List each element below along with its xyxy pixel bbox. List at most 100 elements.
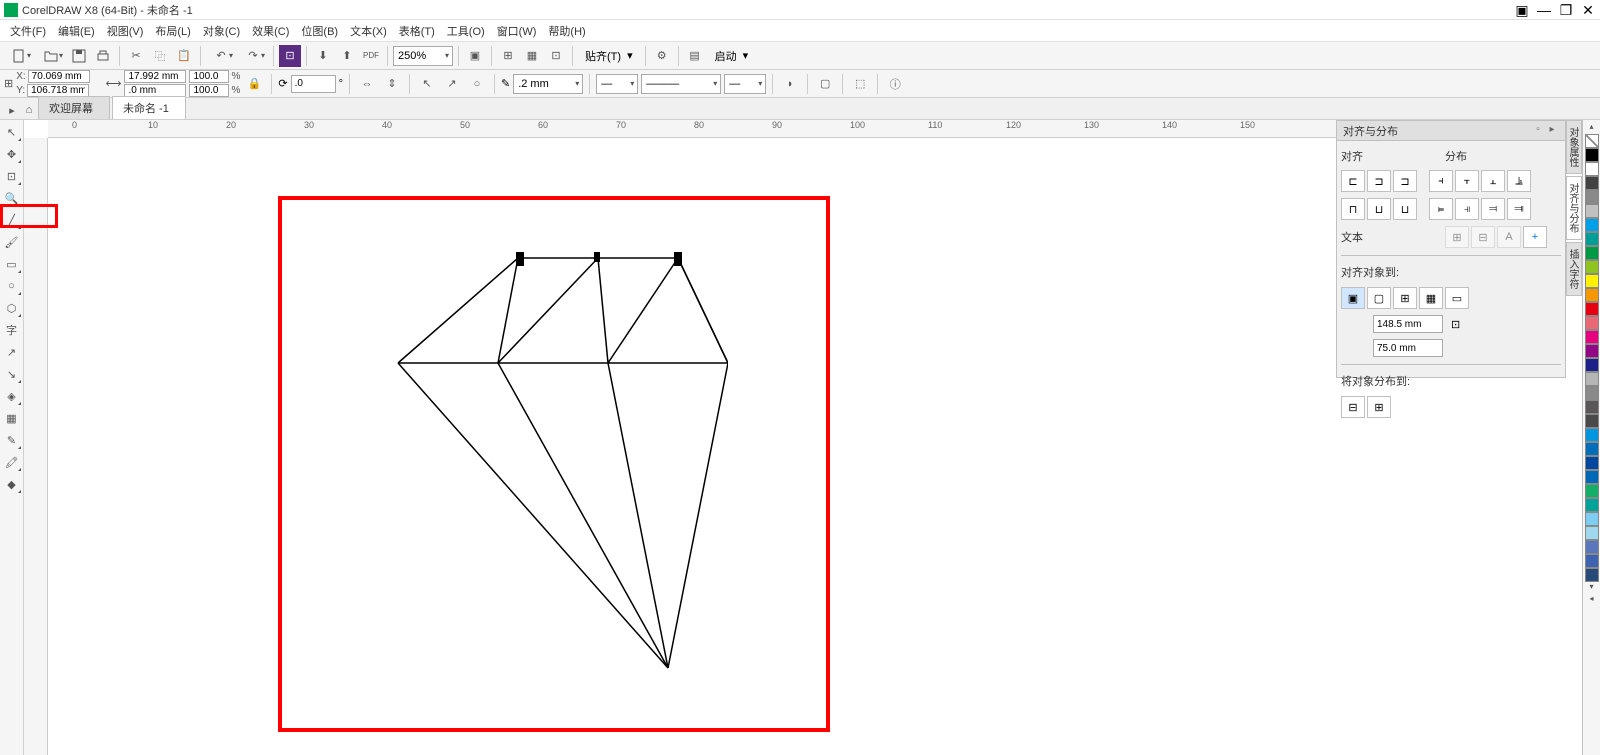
artistic-media-tool[interactable]: 🖌 (2, 232, 22, 252)
rulers-button[interactable]: ⊞ (497, 45, 519, 67)
docker-tab-insert-char[interactable]: 插入字符 (1566, 242, 1582, 296)
dist-to-page-button[interactable]: ⊞ (1367, 396, 1391, 418)
outline-width-select[interactable]: .2 mm (513, 74, 583, 94)
smart-fill-tool[interactable]: ◆ (2, 474, 22, 494)
dist-bottom-button[interactable]: ⫥ (1507, 198, 1531, 220)
dist-center-h-button[interactable]: ⫟ (1455, 170, 1479, 192)
dist-spacing-v-button[interactable]: ⫤ (1481, 198, 1505, 220)
dist-to-selection-button[interactable]: ⊟ (1341, 396, 1365, 418)
redo-button[interactable]: ↷ (238, 45, 268, 67)
color-swatch[interactable] (1585, 498, 1599, 512)
save-button[interactable] (68, 45, 90, 67)
shape-tool[interactable]: ✥ (2, 144, 22, 164)
color-swatch[interactable] (1585, 554, 1599, 568)
align-to-grid-button[interactable]: ▦ (1419, 287, 1443, 309)
rectangle-tool[interactable]: ▭ (2, 254, 22, 274)
align-center-h-button[interactable]: ⊐ (1367, 170, 1391, 192)
palette-down-button[interactable]: ▾ (1585, 582, 1599, 594)
bounding-button[interactable]: ⬚ (849, 73, 871, 95)
color-swatch[interactable] (1585, 400, 1599, 414)
home-icon[interactable]: ⌂ (20, 101, 38, 119)
color-swatch[interactable] (1585, 386, 1599, 400)
color-swatch[interactable] (1585, 316, 1599, 330)
line-style-select[interactable]: ——— (641, 74, 721, 94)
selection-handle-right[interactable] (674, 252, 682, 266)
export-button[interactable]: ⬆ (336, 45, 358, 67)
menu-help[interactable]: 帮助(H) (542, 21, 591, 41)
freehand-tool[interactable]: ╱ (2, 210, 22, 230)
crop-tool[interactable]: ⊡ (2, 166, 22, 186)
docker-tab-align[interactable]: 对齐与分布 (1566, 176, 1582, 240)
color-swatch[interactable] (1585, 260, 1599, 274)
fullscreen-button[interactable]: ▣ (464, 45, 486, 67)
pdf-button[interactable]: PDF (360, 45, 382, 67)
grid-button[interactable]: ▦ (521, 45, 543, 67)
menu-file[interactable]: 文件(F) (4, 21, 52, 41)
tab-welcome[interactable]: 欢迎屏幕 (38, 96, 110, 119)
panel-menu-icon[interactable]: ▸ (1545, 124, 1559, 138)
pick-tool[interactable]: ↖ (2, 122, 22, 142)
vertical-ruler[interactable] (24, 138, 48, 755)
color-swatch[interactable] (1585, 568, 1599, 582)
color-swatch[interactable] (1585, 246, 1599, 260)
color-swatch[interactable] (1585, 484, 1599, 498)
print-button[interactable] (92, 45, 114, 67)
menu-tools[interactable]: 工具(O) (441, 21, 491, 41)
import-button[interactable]: ⬇ (312, 45, 334, 67)
fill-tool[interactable]: 🖍 (2, 452, 22, 472)
paste-button[interactable]: 📋 (173, 45, 195, 67)
new-button[interactable] (4, 45, 34, 67)
connector-tool[interactable]: ↘ (2, 364, 22, 384)
align-right-button[interactable]: ⊐ (1393, 170, 1417, 192)
rotation-input[interactable] (291, 75, 336, 93)
align-left-button[interactable]: ⊏ (1341, 170, 1365, 192)
text-align-4-button[interactable]: + (1523, 226, 1547, 248)
close-button[interactable]: ✕ (1580, 3, 1596, 17)
dist-center-v-button[interactable]: ⫣ (1455, 198, 1479, 220)
dist-left-button[interactable]: ⫞ (1429, 170, 1453, 192)
color-swatch[interactable] (1585, 330, 1599, 344)
menu-table[interactable]: 表格(T) (393, 21, 441, 41)
end-arrow-select[interactable]: — (724, 74, 766, 94)
coord-lock-icon[interactable]: ⊡ (1451, 318, 1460, 331)
panel-titlebar[interactable]: 对齐与分布 ▫ ▸ (1337, 121, 1565, 141)
minimize-button[interactable]: — (1536, 3, 1552, 17)
color-swatch[interactable] (1585, 288, 1599, 302)
align-bottom-button[interactable]: ⊔ (1393, 198, 1417, 220)
menu-edit[interactable]: 编辑(E) (52, 21, 101, 41)
ellipse-tool[interactable]: ○ (2, 276, 22, 296)
dist-top-button[interactable]: ⫢ (1429, 198, 1453, 220)
line-mid-button[interactable]: ↗ (441, 73, 463, 95)
align-center-v-button[interactable]: ⊔ (1367, 198, 1391, 220)
menu-view[interactable]: 视图(V) (101, 21, 150, 41)
undo-button[interactable]: ↶ (206, 45, 236, 67)
color-swatch[interactable] (1585, 526, 1599, 540)
color-swatch[interactable] (1585, 372, 1599, 386)
align-to-active-button[interactable]: ▣ (1341, 287, 1365, 309)
color-swatch[interactable] (1585, 176, 1599, 190)
copy-button[interactable]: ⿻ (149, 45, 171, 67)
align-y-input[interactable] (1373, 339, 1443, 357)
color-swatch[interactable] (1585, 190, 1599, 204)
width-input[interactable] (124, 70, 186, 83)
search-button[interactable]: ⊡ (279, 45, 301, 67)
x-input[interactable] (28, 70, 90, 83)
color-none[interactable] (1585, 134, 1599, 148)
wrap-text-button[interactable]: ◗ (779, 73, 801, 95)
cut-button[interactable]: ✂ (125, 45, 147, 67)
align-to-page-edge-button[interactable]: ▢ (1367, 287, 1391, 309)
color-swatch[interactable] (1585, 274, 1599, 288)
color-swatch[interactable] (1585, 302, 1599, 316)
panel-undock-icon[interactable]: ▫ (1531, 124, 1545, 138)
snap-dropdown[interactable]: 贴齐(T) ▾ (578, 46, 640, 66)
transparency-tool[interactable]: ▦ (2, 408, 22, 428)
palette-expand-button[interactable]: ◂ (1585, 594, 1599, 606)
close-curve-button[interactable]: ▢ (814, 73, 836, 95)
align-to-point-button[interactable]: ▭ (1445, 287, 1469, 309)
open-button[interactable] (36, 45, 66, 67)
align-x-input[interactable] (1373, 315, 1443, 333)
color-swatch[interactable] (1585, 442, 1599, 456)
start-arrow-select[interactable]: — (596, 74, 638, 94)
color-swatch[interactable] (1585, 540, 1599, 554)
options-icon[interactable]: ▣ (1514, 3, 1530, 17)
